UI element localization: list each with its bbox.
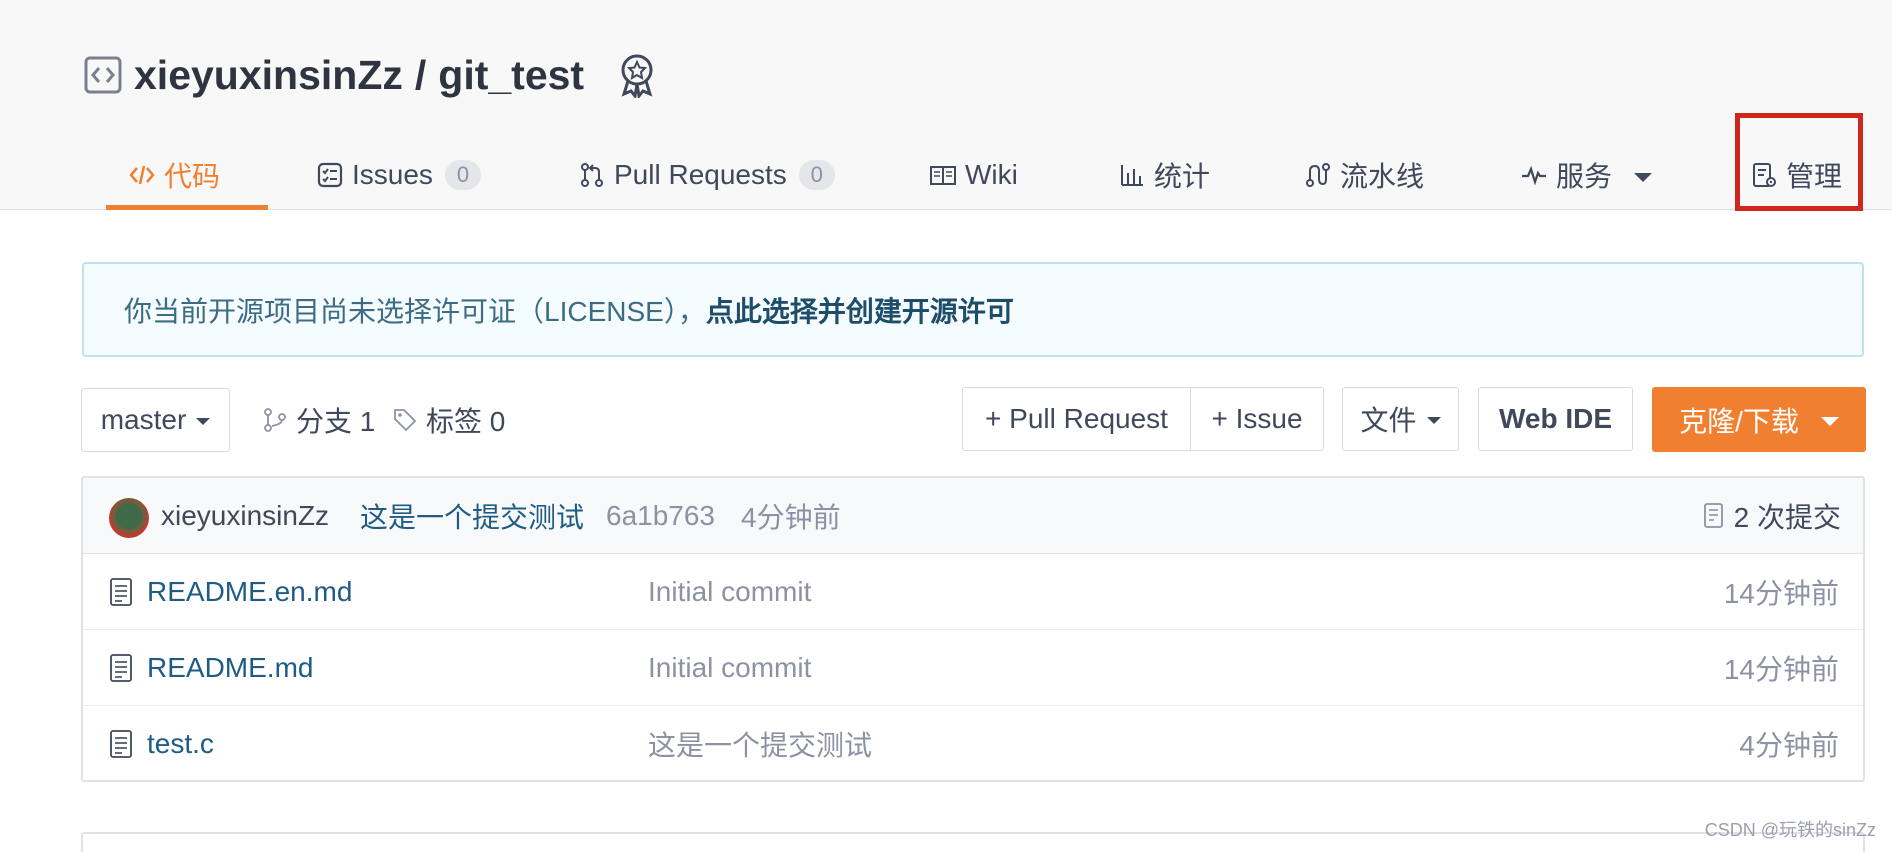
chart-icon bbox=[1121, 165, 1143, 186]
branches-count: 分支 1 bbox=[296, 406, 376, 437]
tab-pull-requests[interactable]: Pull Requests 0 bbox=[578, 140, 835, 210]
readme-panel bbox=[81, 832, 1865, 852]
file-commit-message[interactable]: 这是一个提交测试 bbox=[648, 706, 872, 782]
commit-count-link[interactable]: 2 次提交 bbox=[1702, 478, 1841, 554]
avatar[interactable] bbox=[109, 498, 149, 538]
tab-services[interactable]: 服务 bbox=[1520, 140, 1653, 210]
file-row: test.c 这是一个提交测试 4分钟前 bbox=[83, 706, 1863, 782]
pull-requests-count-badge: 0 bbox=[798, 160, 835, 190]
commit-time: 4分钟前 bbox=[741, 502, 841, 533]
repo-code-icon bbox=[84, 56, 122, 94]
latest-commit-bar: xieyuxinsinZz 这是一个提交测试 6a1b763 4分钟前 2 次提… bbox=[83, 478, 1863, 554]
chevron-down-icon bbox=[1426, 417, 1441, 424]
tags-link[interactable]: 标签 0 bbox=[392, 388, 505, 452]
pipeline-icon bbox=[1306, 163, 1330, 187]
file-icon bbox=[110, 578, 132, 606]
file-dropdown-label: 文件 bbox=[1360, 405, 1417, 436]
tab-code[interactable]: 代码 bbox=[105, 140, 269, 210]
file-row: README.en.md Initial commit 14分钟前 bbox=[83, 554, 1863, 630]
file-link[interactable]: README.md bbox=[109, 630, 313, 706]
branches-link[interactable]: 分支 1 bbox=[262, 388, 375, 452]
commit-count: 2 次提交 bbox=[1733, 502, 1841, 533]
new-pull-request-label: + Pull Request bbox=[985, 403, 1168, 434]
file-row: README.md Initial commit 14分钟前 bbox=[83, 630, 1863, 706]
tab-manage-label: 管理 bbox=[1786, 161, 1843, 192]
settings-doc-icon bbox=[1753, 163, 1776, 187]
tab-issues[interactable]: Issues 0 bbox=[316, 140, 481, 210]
watermark: CSDN @玩铁的sinZz bbox=[1704, 820, 1876, 840]
tag-icon bbox=[394, 409, 417, 432]
license-notice-text: 你当前开源项目尚未选择许可证（LICENSE）， bbox=[124, 295, 706, 327]
tab-wiki-label: Wiki bbox=[965, 159, 1018, 190]
clone-download-label: 克隆/下载 bbox=[1679, 405, 1799, 437]
tab-code-label: 代码 bbox=[164, 161, 221, 192]
file-commit-time: 4分钟前 bbox=[1739, 730, 1839, 761]
tab-statistics[interactable]: 统计 bbox=[1118, 140, 1210, 210]
new-pull-request-button[interactable]: + Pull Request bbox=[962, 387, 1191, 451]
chevron-down-icon bbox=[1634, 172, 1653, 182]
file-commit-time: 14分钟前 bbox=[1723, 654, 1839, 685]
tab-statistics-label: 统计 bbox=[1154, 161, 1211, 192]
web-ide-label: Web IDE bbox=[1498, 403, 1613, 434]
tags-count: 标签 0 bbox=[426, 406, 506, 437]
tab-services-label: 服务 bbox=[1556, 161, 1613, 192]
pull-request-icon bbox=[581, 163, 603, 187]
chevron-down-icon bbox=[196, 418, 211, 425]
tab-pull-requests-label: Pull Requests bbox=[614, 159, 787, 190]
file-commit-message[interactable]: Initial commit bbox=[648, 554, 811, 630]
issues-icon bbox=[317, 162, 343, 188]
new-issue-button[interactable]: + Issue bbox=[1190, 387, 1324, 451]
file-name: README.en.md bbox=[147, 576, 353, 607]
tab-manage[interactable]: 管理 bbox=[1750, 140, 1842, 210]
file-icon bbox=[110, 654, 132, 682]
tab-pipeline[interactable]: 流水线 bbox=[1304, 140, 1424, 210]
repo-name-link[interactable]: git_test bbox=[438, 52, 584, 99]
web-ide-button[interactable]: Web IDE bbox=[1478, 387, 1633, 451]
file-commit-message[interactable]: Initial commit bbox=[648, 630, 811, 706]
file-link[interactable]: test.c bbox=[109, 706, 214, 782]
file-commit-time: 14分钟前 bbox=[1723, 578, 1839, 609]
commit-hash[interactable]: 6a1b763 bbox=[606, 478, 715, 554]
code-icon bbox=[129, 165, 155, 185]
branch-select-label: master bbox=[100, 404, 187, 435]
commit-history-icon bbox=[1703, 503, 1723, 528]
branch-select[interactable]: master bbox=[81, 388, 230, 452]
file-name: test.c bbox=[147, 728, 214, 759]
create-license-link[interactable]: 点此选择并创建开源许可 bbox=[706, 290, 1014, 330]
wiki-icon bbox=[930, 166, 956, 185]
repo-title: xieyuxinsinZz / git_test bbox=[84, 50, 658, 100]
pulse-icon bbox=[1522, 165, 1546, 186]
license-notice: 你当前开源项目尚未选择许可证（LICENSE）， 点此选择并创建开源许可 bbox=[82, 262, 1864, 357]
branch-icon bbox=[264, 408, 286, 432]
repo-owner-link[interactable]: xieyuxinsinZz bbox=[134, 52, 403, 99]
clone-download-button[interactable]: 克隆/下载 bbox=[1652, 387, 1866, 452]
new-issue-label: + Issue bbox=[1211, 403, 1303, 434]
file-icon bbox=[110, 730, 132, 758]
award-icon[interactable] bbox=[616, 52, 658, 98]
tab-wiki[interactable]: Wiki bbox=[929, 140, 1018, 210]
tab-issues-label: Issues bbox=[352, 159, 433, 190]
issues-count-badge: 0 bbox=[444, 160, 481, 190]
chevron-down-icon bbox=[1820, 417, 1839, 426]
file-dropdown-button[interactable]: 文件 bbox=[1342, 387, 1459, 451]
file-list-panel: xieyuxinsinZz 这是一个提交测试 6a1b763 4分钟前 2 次提… bbox=[81, 476, 1865, 782]
commit-author[interactable]: xieyuxinsinZz bbox=[161, 478, 329, 554]
repo-separator: / bbox=[414, 51, 427, 98]
commit-message-link[interactable]: 这是一个提交测试 bbox=[360, 478, 584, 554]
file-link[interactable]: README.en.md bbox=[109, 554, 352, 630]
file-name: README.md bbox=[147, 652, 314, 683]
tab-pipeline-label: 流水线 bbox=[1340, 161, 1425, 192]
